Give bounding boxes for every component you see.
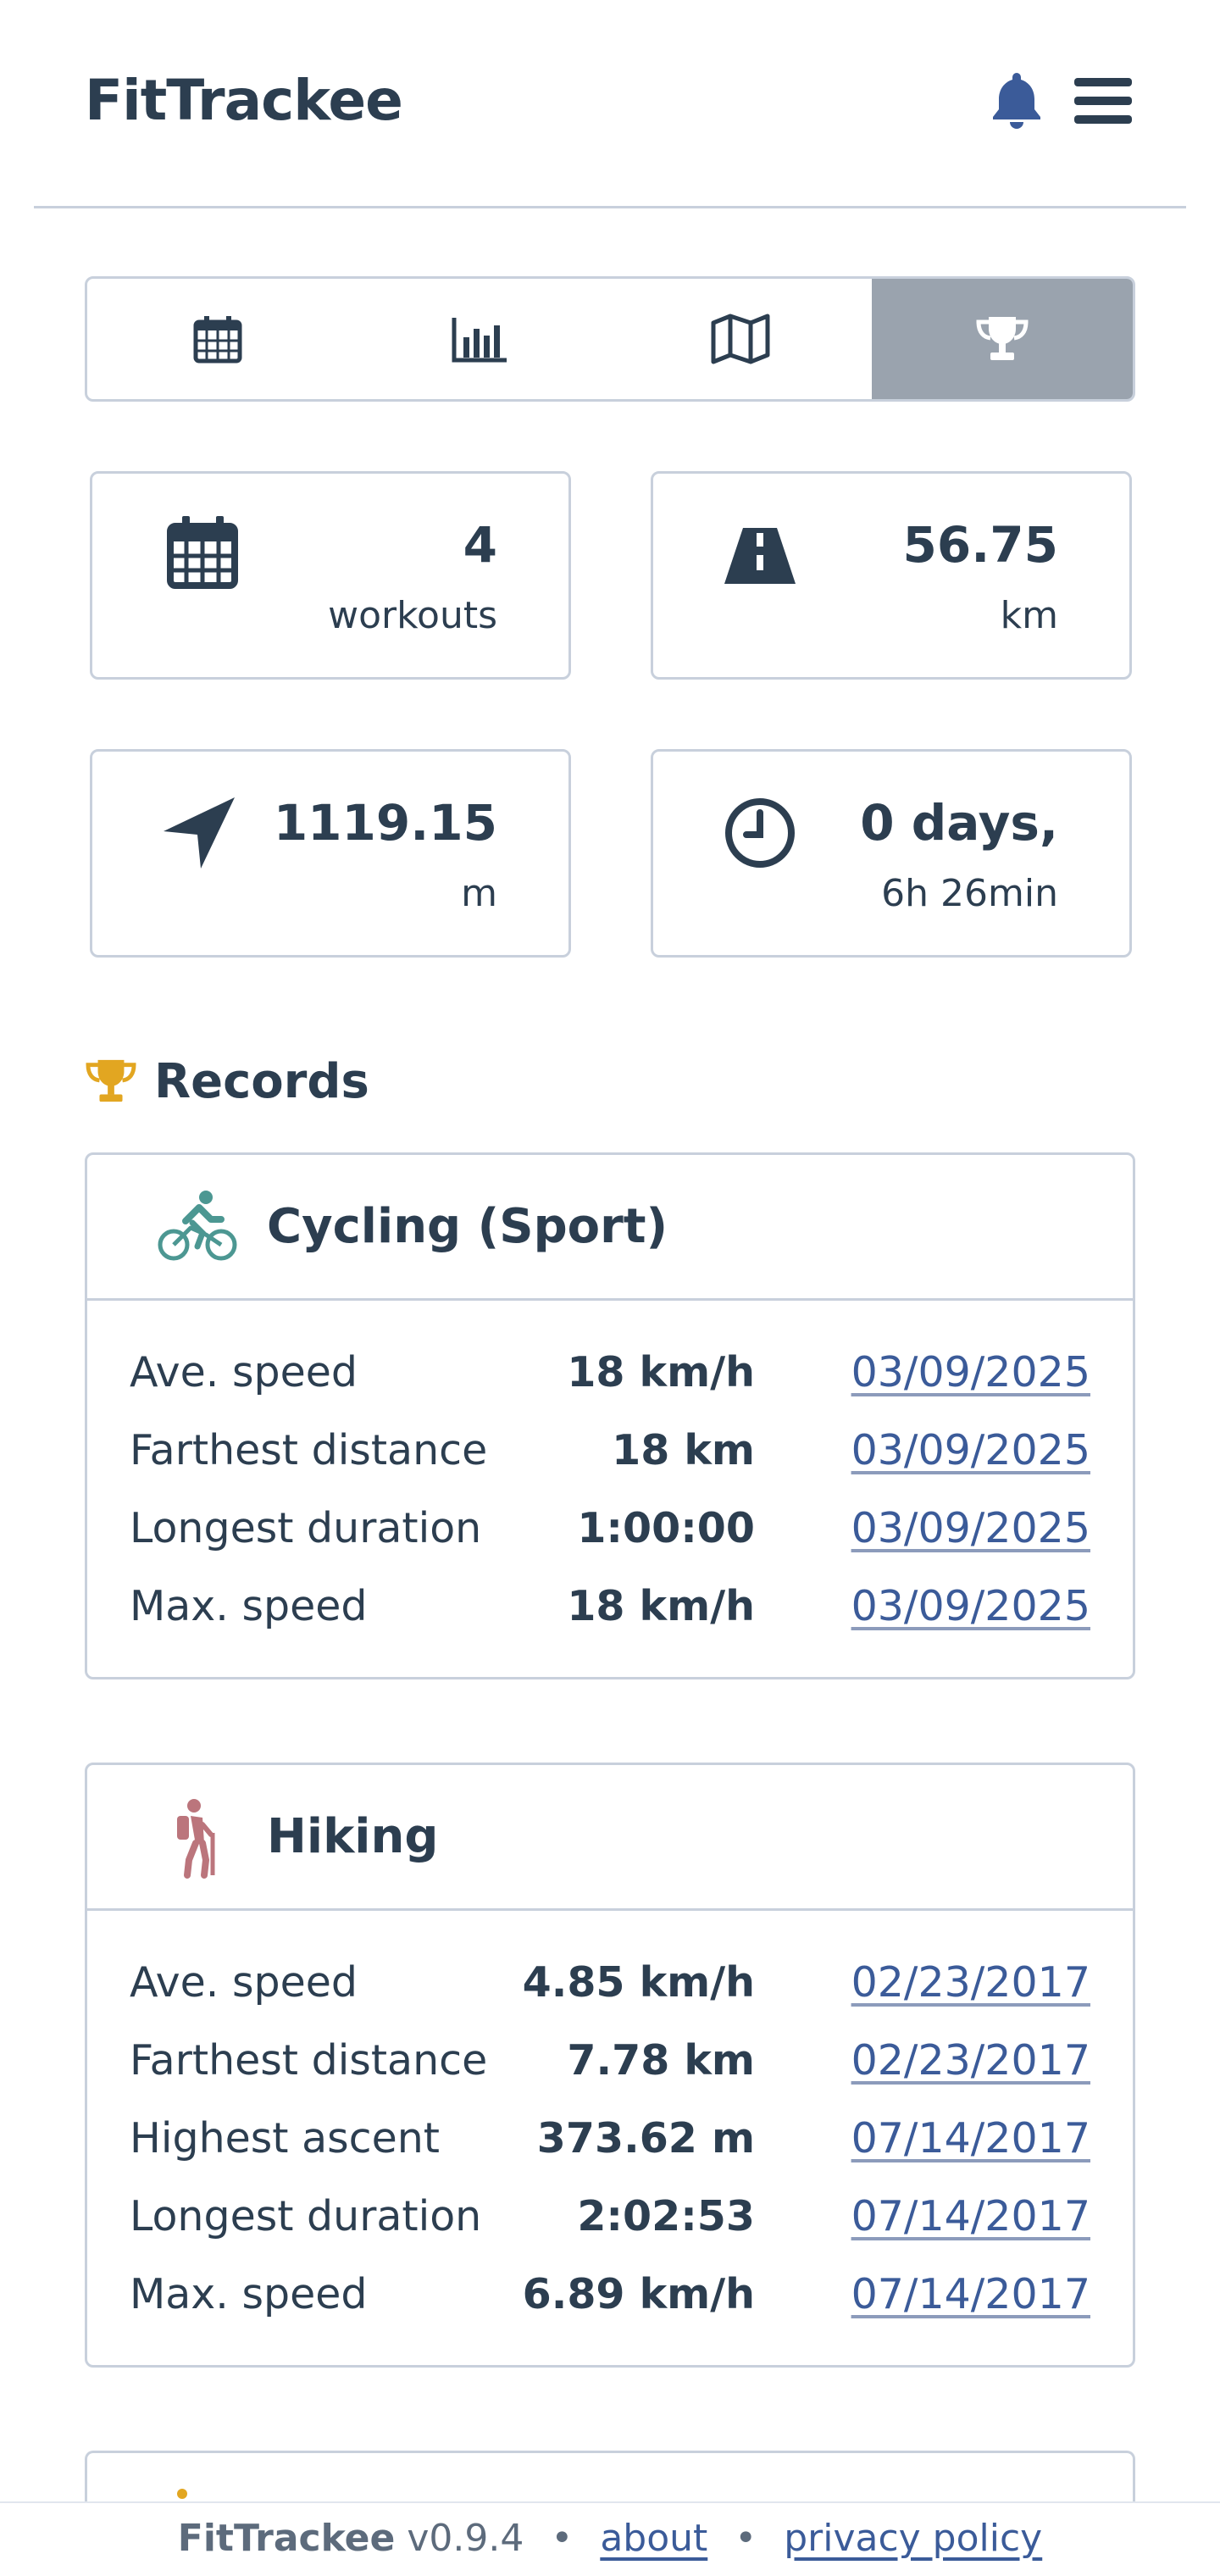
record-label: Ave. speed <box>130 1348 358 1396</box>
record-card-header: Cycling (Sport) <box>87 1155 1133 1301</box>
calendar-icon <box>167 516 238 589</box>
record-label: Longest duration <box>130 1504 482 1552</box>
record-label: Longest duration <box>130 2192 482 2240</box>
records-heading: Records <box>85 1049 369 1113</box>
calendar-icon <box>193 316 242 364</box>
tab-map[interactable] <box>610 279 872 399</box>
record-value: 18 km <box>612 1426 755 1474</box>
trophy-icon <box>86 1059 136 1102</box>
stat-value: 0 days, <box>860 794 1058 852</box>
bar-chart-icon <box>452 318 507 363</box>
record-label: Highest ascent <box>130 2114 440 2162</box>
record-value: 2:02:53 <box>577 2192 755 2240</box>
tab-statistics[interactable] <box>349 279 611 399</box>
record-row: Ave. speed 4.85 km/h 02/23/2017 <box>130 1945 1090 2023</box>
record-value: 6.89 km/h <box>522 2270 755 2318</box>
trophy-icon <box>976 317 1029 360</box>
record-date-link[interactable]: 03/09/2025 <box>851 1426 1090 1474</box>
sport-name: Hiking <box>267 1809 439 1864</box>
record-card-header: Hiking <box>87 1765 1133 1911</box>
record-date-link[interactable]: 02/23/2017 <box>851 1958 1090 2007</box>
cycling-icon <box>158 1191 237 1261</box>
app-logo[interactable]: FitTrackee <box>85 68 403 133</box>
stat-duration: 0 days, 6h 26min <box>651 749 1132 958</box>
record-date-link[interactable]: 07/14/2017 <box>851 2270 1090 2318</box>
stat-value: 1119.15 <box>273 794 497 852</box>
stat-unit: 6h 26min <box>881 872 1058 915</box>
navbar: FitTrackee <box>34 0 1186 208</box>
record-label: Ave. speed <box>130 1958 358 2007</box>
tab-records[interactable] <box>871 279 1133 399</box>
record-value: 4.85 km/h <box>522 1958 755 2007</box>
record-row: Farthest distance 7.78 km 02/23/2017 <box>130 2023 1090 2101</box>
map-icon <box>711 314 770 364</box>
footer-brand: FitTrackee <box>177 2517 396 2560</box>
stat-unit: km <box>1000 594 1058 637</box>
record-label: Max. speed <box>130 1582 368 1630</box>
about-link[interactable]: about <box>600 2517 707 2560</box>
hiking-icon <box>177 1799 215 1879</box>
record-row: Highest ascent 373.62 m 07/14/2017 <box>130 2101 1090 2179</box>
records-title: Records <box>154 1053 369 1109</box>
record-card-hiking: Hiking Ave. speed 4.85 km/h 02/23/2017 F… <box>85 1763 1135 2368</box>
record-value: 373.62 m <box>536 2114 755 2162</box>
footer-separator: • <box>735 2517 757 2560</box>
record-label: Max. speed <box>130 2270 368 2318</box>
record-row: Longest duration 1:00:00 03/09/2025 <box>130 1491 1090 1568</box>
stat-ascent: 1119.15 m <box>90 749 571 958</box>
sport-name: Cycling (Sport) <box>267 1199 668 1254</box>
stat-value: 56.75 <box>902 516 1058 574</box>
stat-distance: 56.75 km <box>651 471 1132 680</box>
record-row: Max. speed 18 km/h 03/09/2025 <box>130 1568 1090 1646</box>
record-row: Farthest distance 18 km 03/09/2025 <box>130 1413 1090 1491</box>
record-date-link[interactable]: 02/23/2017 <box>851 2036 1090 2085</box>
privacy-policy-link[interactable]: privacy policy <box>784 2517 1042 2560</box>
record-row: Longest duration 2:02:53 07/14/2017 <box>130 2179 1090 2257</box>
location-arrow-icon <box>164 797 235 869</box>
record-date-link[interactable]: 03/09/2025 <box>851 1348 1090 1396</box>
record-value: 7.78 km <box>567 2036 755 2085</box>
tab-calendar[interactable] <box>87 279 349 399</box>
record-row: Max. speed 6.89 km/h 07/14/2017 <box>130 2257 1090 2334</box>
record-date-link[interactable]: 03/09/2025 <box>851 1582 1090 1630</box>
dashboard-tabs <box>85 276 1135 402</box>
record-value: 1:00:00 <box>577 1504 755 1552</box>
footer-version: v0.9.4 <box>407 2517 524 2560</box>
record-row: Ave. speed 18 km/h 03/09/2025 <box>130 1335 1090 1413</box>
record-card-cycling: Cycling (Sport) Ave. speed 18 km/h 03/09… <box>85 1152 1135 1679</box>
record-label: Farthest distance <box>130 2036 488 2085</box>
stat-unit: workouts <box>328 594 497 637</box>
record-date-link[interactable]: 03/09/2025 <box>851 1504 1090 1552</box>
record-value: 18 km/h <box>567 1348 755 1396</box>
record-date-link[interactable]: 07/14/2017 <box>851 2192 1090 2240</box>
footer: FitTrackee v0.9.4 • about • privacy poli… <box>0 2501 1220 2576</box>
hamburger-menu-icon[interactable] <box>1073 75 1134 127</box>
record-date-link[interactable]: 07/14/2017 <box>851 2114 1090 2162</box>
road-icon <box>724 528 796 584</box>
bell-icon[interactable] <box>983 66 1051 134</box>
record-label: Farthest distance <box>130 1426 488 1474</box>
stat-workouts: 4 workouts <box>90 471 571 680</box>
clock-icon <box>725 798 795 868</box>
stat-value: 4 <box>463 516 497 574</box>
stat-unit: m <box>461 872 497 915</box>
record-value: 18 km/h <box>567 1582 755 1630</box>
footer-separator: • <box>551 2517 574 2560</box>
